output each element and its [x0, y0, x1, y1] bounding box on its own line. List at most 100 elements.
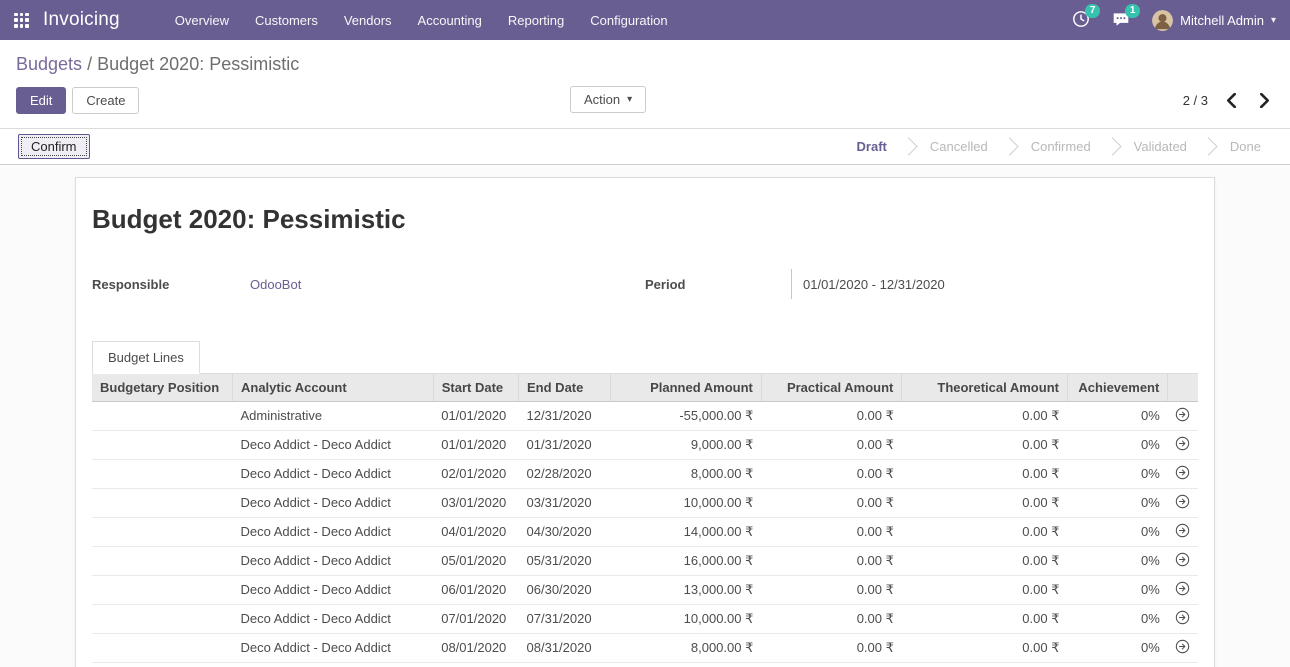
position-cell: [92, 488, 233, 517]
top-navbar: Invoicing OverviewCustomersVendorsAccoun…: [0, 0, 1290, 40]
budget-line-row[interactable]: Deco Addict - Deco Addict08/01/202008/31…: [92, 633, 1198, 662]
practical-cell: 0.00 ₹: [761, 430, 902, 459]
open-record-icon[interactable]: [1175, 610, 1190, 628]
position-cell: [92, 575, 233, 604]
open-record-icon[interactable]: [1175, 639, 1190, 657]
practical-cell: 0.00 ₹: [761, 662, 902, 667]
status-draft[interactable]: Draft: [838, 139, 906, 154]
form-view-content: Budget 2020: Pessimistic Responsible Odo…: [0, 165, 1290, 667]
nav-menu: OverviewCustomersVendorsAccountingReport…: [162, 0, 681, 40]
end-cell: 01/31/2020: [519, 430, 611, 459]
position-cell: [92, 430, 233, 459]
create-button[interactable]: Create: [72, 87, 139, 114]
start-cell: 01/01/2020: [433, 401, 518, 430]
account-cell: Deco Addict - Deco Addict: [233, 604, 434, 633]
budget-line-row[interactable]: Deco Addict - Deco Addict02/01/202002/28…: [92, 459, 1198, 488]
open-record-cell[interactable]: [1168, 604, 1198, 633]
message-badge: 1: [1125, 4, 1140, 18]
budget-line-row[interactable]: Deco Addict - Deco Addict05/01/202005/31…: [92, 546, 1198, 575]
open-record-cell[interactable]: [1168, 459, 1198, 488]
chevron-down-icon: ▾: [627, 94, 632, 105]
account-cell: Deco Addict - Deco Addict: [233, 459, 434, 488]
budget-line-row[interactable]: Administrative01/01/202012/31/2020-55,00…: [92, 401, 1198, 430]
theoretical-cell: 0.00 ₹: [902, 546, 1068, 575]
open-record-icon[interactable]: [1175, 407, 1190, 425]
open-record-cell[interactable]: [1168, 546, 1198, 575]
theoretical-cell: 0.00 ₹: [902, 430, 1068, 459]
open-record-cell[interactable]: [1168, 401, 1198, 430]
account-cell: Deco Addict - Deco Addict: [233, 488, 434, 517]
practical-cell: 0.00 ₹: [761, 459, 902, 488]
achievement-cell: 0%: [1067, 517, 1167, 546]
open-record-cell[interactable]: [1168, 662, 1198, 667]
open-record-cell[interactable]: [1168, 575, 1198, 604]
open-record-icon[interactable]: [1175, 465, 1190, 483]
app-name[interactable]: Invoicing: [43, 9, 120, 31]
budget-line-row[interactable]: Deco Addict - Deco Addict03/01/202003/31…: [92, 488, 1198, 517]
status-confirmed[interactable]: Confirmed: [1012, 139, 1110, 154]
activity-menu-button[interactable]: 7: [1072, 10, 1090, 31]
position-cell: [92, 604, 233, 633]
column-header-practical[interactable]: Practical Amount: [761, 374, 902, 401]
column-header-open: [1168, 374, 1198, 401]
open-record-icon[interactable]: [1175, 581, 1190, 599]
nav-menu-item-customers[interactable]: Customers: [242, 0, 331, 40]
budget-line-row[interactable]: Deco Addict - Deco Addict07/01/202007/31…: [92, 604, 1198, 633]
status-done[interactable]: Done: [1211, 139, 1280, 154]
column-header-achievement[interactable]: Achievement: [1067, 374, 1167, 401]
pager-previous-button[interactable]: [1222, 91, 1241, 110]
status-validated[interactable]: Validated: [1115, 139, 1206, 154]
messages-menu-button[interactable]: 1: [1112, 10, 1130, 31]
user-menu[interactable]: Mitchell Admin ▾: [1152, 10, 1276, 31]
start-cell: 06/01/2020: [433, 575, 518, 604]
open-record-cell[interactable]: [1168, 488, 1198, 517]
budget-line-row[interactable]: Deco Addict - Deco Addict04/01/202004/30…: [92, 517, 1198, 546]
planned-cell: 8,000.00 ₹: [611, 459, 762, 488]
nav-menu-item-reporting[interactable]: Reporting: [495, 0, 577, 40]
achievement-cell: 0%: [1067, 662, 1167, 667]
pager-next-button[interactable]: [1255, 91, 1274, 110]
budget-line-row[interactable]: Deco Addict - Deco Addict06/01/202006/30…: [92, 575, 1198, 604]
planned-cell: 14,000.00 ₹: [611, 517, 762, 546]
column-header-start[interactable]: Start Date: [433, 374, 518, 401]
nav-menu-item-vendors[interactable]: Vendors: [331, 0, 405, 40]
end-cell: 05/31/2020: [519, 546, 611, 575]
breadcrumb-link-budgets[interactable]: Budgets: [16, 54, 82, 74]
budget-line-row[interactable]: Deco Addict - Deco Addict09/01/202009/30…: [92, 662, 1198, 667]
open-record-icon[interactable]: [1175, 523, 1190, 541]
column-header-theoretical[interactable]: Theoretical Amount: [902, 374, 1068, 401]
page-title: Budget 2020: Pessimistic: [92, 204, 1198, 235]
action-dropdown-button[interactable]: Action ▾: [570, 86, 646, 113]
end-cell: 09/30/2020: [519, 662, 611, 667]
open-record-cell[interactable]: [1168, 430, 1198, 459]
breadcrumb-current: Budget 2020: Pessimistic: [97, 54, 299, 74]
status-cancelled[interactable]: Cancelled: [911, 139, 1007, 154]
achievement-cell: 0%: [1067, 488, 1167, 517]
confirm-button[interactable]: Confirm: [18, 134, 90, 159]
column-header-planned[interactable]: Planned Amount: [611, 374, 762, 401]
achievement-cell: 0%: [1067, 401, 1167, 430]
theoretical-cell: 0.00 ₹: [902, 517, 1068, 546]
column-header-end[interactable]: End Date: [519, 374, 611, 401]
open-record-cell[interactable]: [1168, 517, 1198, 546]
open-record-icon[interactable]: [1175, 494, 1190, 512]
start-cell: 01/01/2020: [433, 430, 518, 459]
nav-menu-item-accounting[interactable]: Accounting: [405, 0, 495, 40]
budget-line-row[interactable]: Deco Addict - Deco Addict01/01/202001/31…: [92, 430, 1198, 459]
theoretical-cell: 0.00 ₹: [902, 488, 1068, 517]
column-header-account[interactable]: Analytic Account: [233, 374, 434, 401]
chevron-down-icon: ▾: [1271, 15, 1276, 26]
nav-menu-item-overview[interactable]: Overview: [162, 0, 242, 40]
nav-menu-item-configuration[interactable]: Configuration: [577, 0, 680, 40]
end-cell: 02/28/2020: [519, 459, 611, 488]
responsible-value-link[interactable]: OdooBot: [250, 277, 301, 292]
tab-budget-lines[interactable]: Budget Lines: [92, 341, 200, 374]
open-record-icon[interactable]: [1175, 436, 1190, 454]
edit-button[interactable]: Edit: [16, 87, 66, 114]
open-record-icon[interactable]: [1175, 552, 1190, 570]
pager-counter: 2 / 3: [1183, 93, 1208, 108]
column-header-position[interactable]: Budgetary Position: [92, 374, 233, 401]
statusbar-states: Draft Cancelled Confirmed Validated Done: [838, 129, 1290, 164]
apps-menu-icon[interactable]: [14, 13, 29, 28]
open-record-cell[interactable]: [1168, 633, 1198, 662]
